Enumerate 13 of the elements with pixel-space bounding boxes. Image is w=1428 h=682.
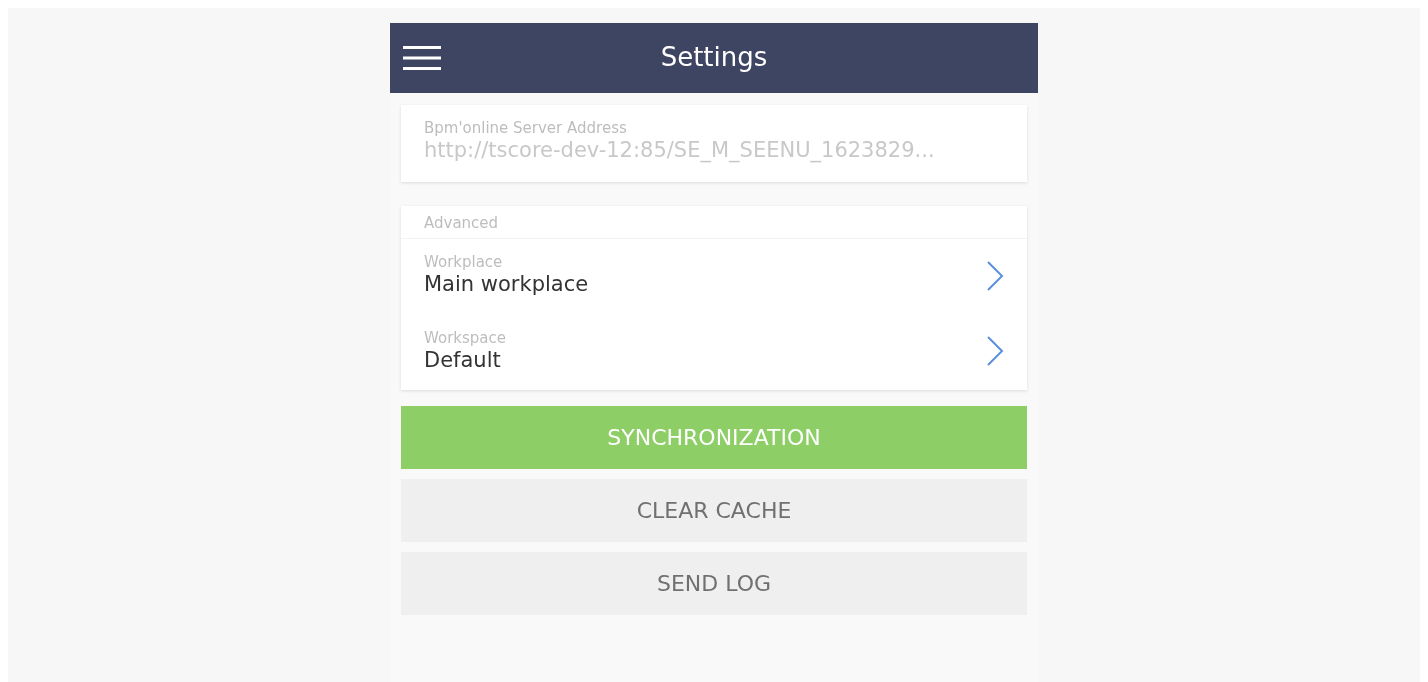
action-button[interactable]: CLEAR CACHE (401, 478, 1027, 542)
action-button[interactable]: SEND LOG (401, 551, 1027, 615)
menu-button[interactable] (403, 45, 441, 71)
menu-icon (403, 45, 441, 71)
settings-row[interactable]: Workspace Default (401, 314, 1027, 390)
chevron-right-icon (986, 335, 1004, 368)
row-value: Default (424, 346, 502, 374)
row-label: Workspace (424, 328, 507, 347)
settings-row[interactable]: Workplace Main workplace (401, 239, 1027, 315)
chevron-right-icon (986, 259, 1004, 292)
page-title: Settings (660, 42, 768, 74)
row-label: Workplace (424, 253, 504, 272)
row-value: Main workplace (424, 271, 590, 299)
